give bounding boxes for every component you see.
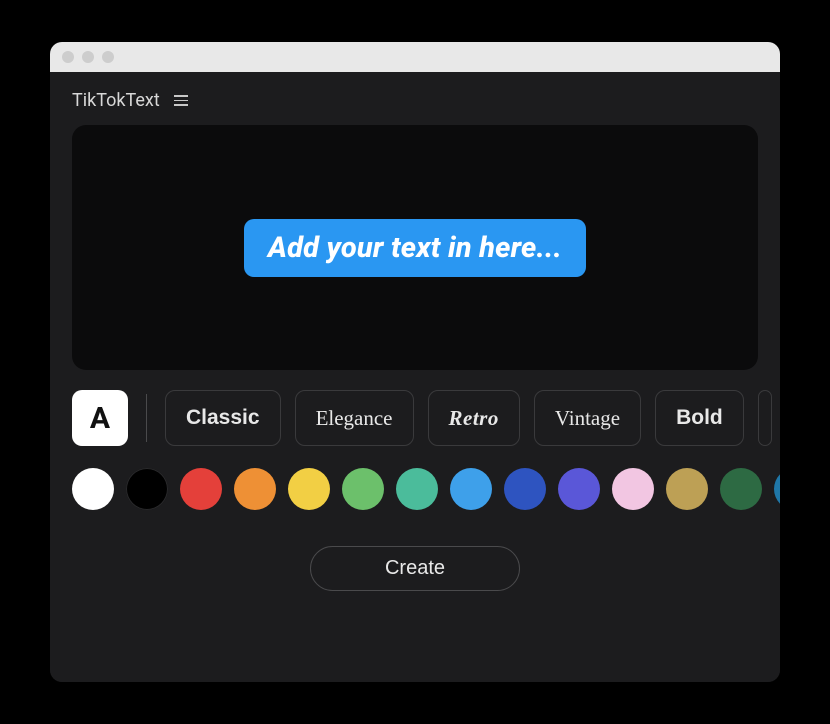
color-swatch-white[interactable] <box>72 468 114 510</box>
close-icon[interactable] <box>62 51 74 63</box>
font-style-more[interactable] <box>758 390 772 446</box>
minimize-icon[interactable] <box>82 51 94 63</box>
color-swatch-gold[interactable] <box>666 468 708 510</box>
text-canvas[interactable]: Add your text in here... <box>72 125 758 370</box>
color-swatch-black[interactable] <box>126 468 168 510</box>
color-swatch-blue[interactable] <box>504 468 546 510</box>
app-title: TikTokText <box>72 90 160 111</box>
color-row <box>50 460 780 518</box>
app-header: TikTokText <box>50 72 780 125</box>
maximize-icon[interactable] <box>102 51 114 63</box>
color-swatch-skyblue[interactable] <box>450 468 492 510</box>
app-body: TikTokText Add your text in here... A Cl… <box>50 72 780 682</box>
divider <box>146 394 147 442</box>
create-row: Create <box>50 518 780 611</box>
color-swatch-darkgreen[interactable] <box>720 468 762 510</box>
create-button[interactable]: Create <box>310 546 520 591</box>
color-swatch-green[interactable] <box>342 468 384 510</box>
color-swatch-pink[interactable] <box>612 468 654 510</box>
font-style-elegance[interactable]: Elegance <box>295 390 414 446</box>
font-style-retro[interactable]: Retro <box>428 390 520 446</box>
menu-icon[interactable] <box>174 95 188 106</box>
app-window: TikTokText Add your text in here... A Cl… <box>50 42 780 682</box>
color-swatch-steelblue[interactable] <box>774 468 780 510</box>
color-swatch-red[interactable] <box>180 468 222 510</box>
font-style-bold[interactable]: Bold <box>655 390 744 446</box>
color-swatch-teal[interactable] <box>396 468 438 510</box>
font-style-row: A Classic Elegance Retro Vintage Bold <box>50 370 780 460</box>
text-style-indicator[interactable]: A <box>72 390 128 446</box>
color-swatch-indigo[interactable] <box>558 468 600 510</box>
font-style-classic[interactable]: Classic <box>165 390 281 446</box>
text-input-placeholder[interactable]: Add your text in here... <box>244 219 586 277</box>
font-style-vintage[interactable]: Vintage <box>534 390 641 446</box>
color-swatch-orange[interactable] <box>234 468 276 510</box>
titlebar <box>50 42 780 72</box>
color-swatch-yellow[interactable] <box>288 468 330 510</box>
